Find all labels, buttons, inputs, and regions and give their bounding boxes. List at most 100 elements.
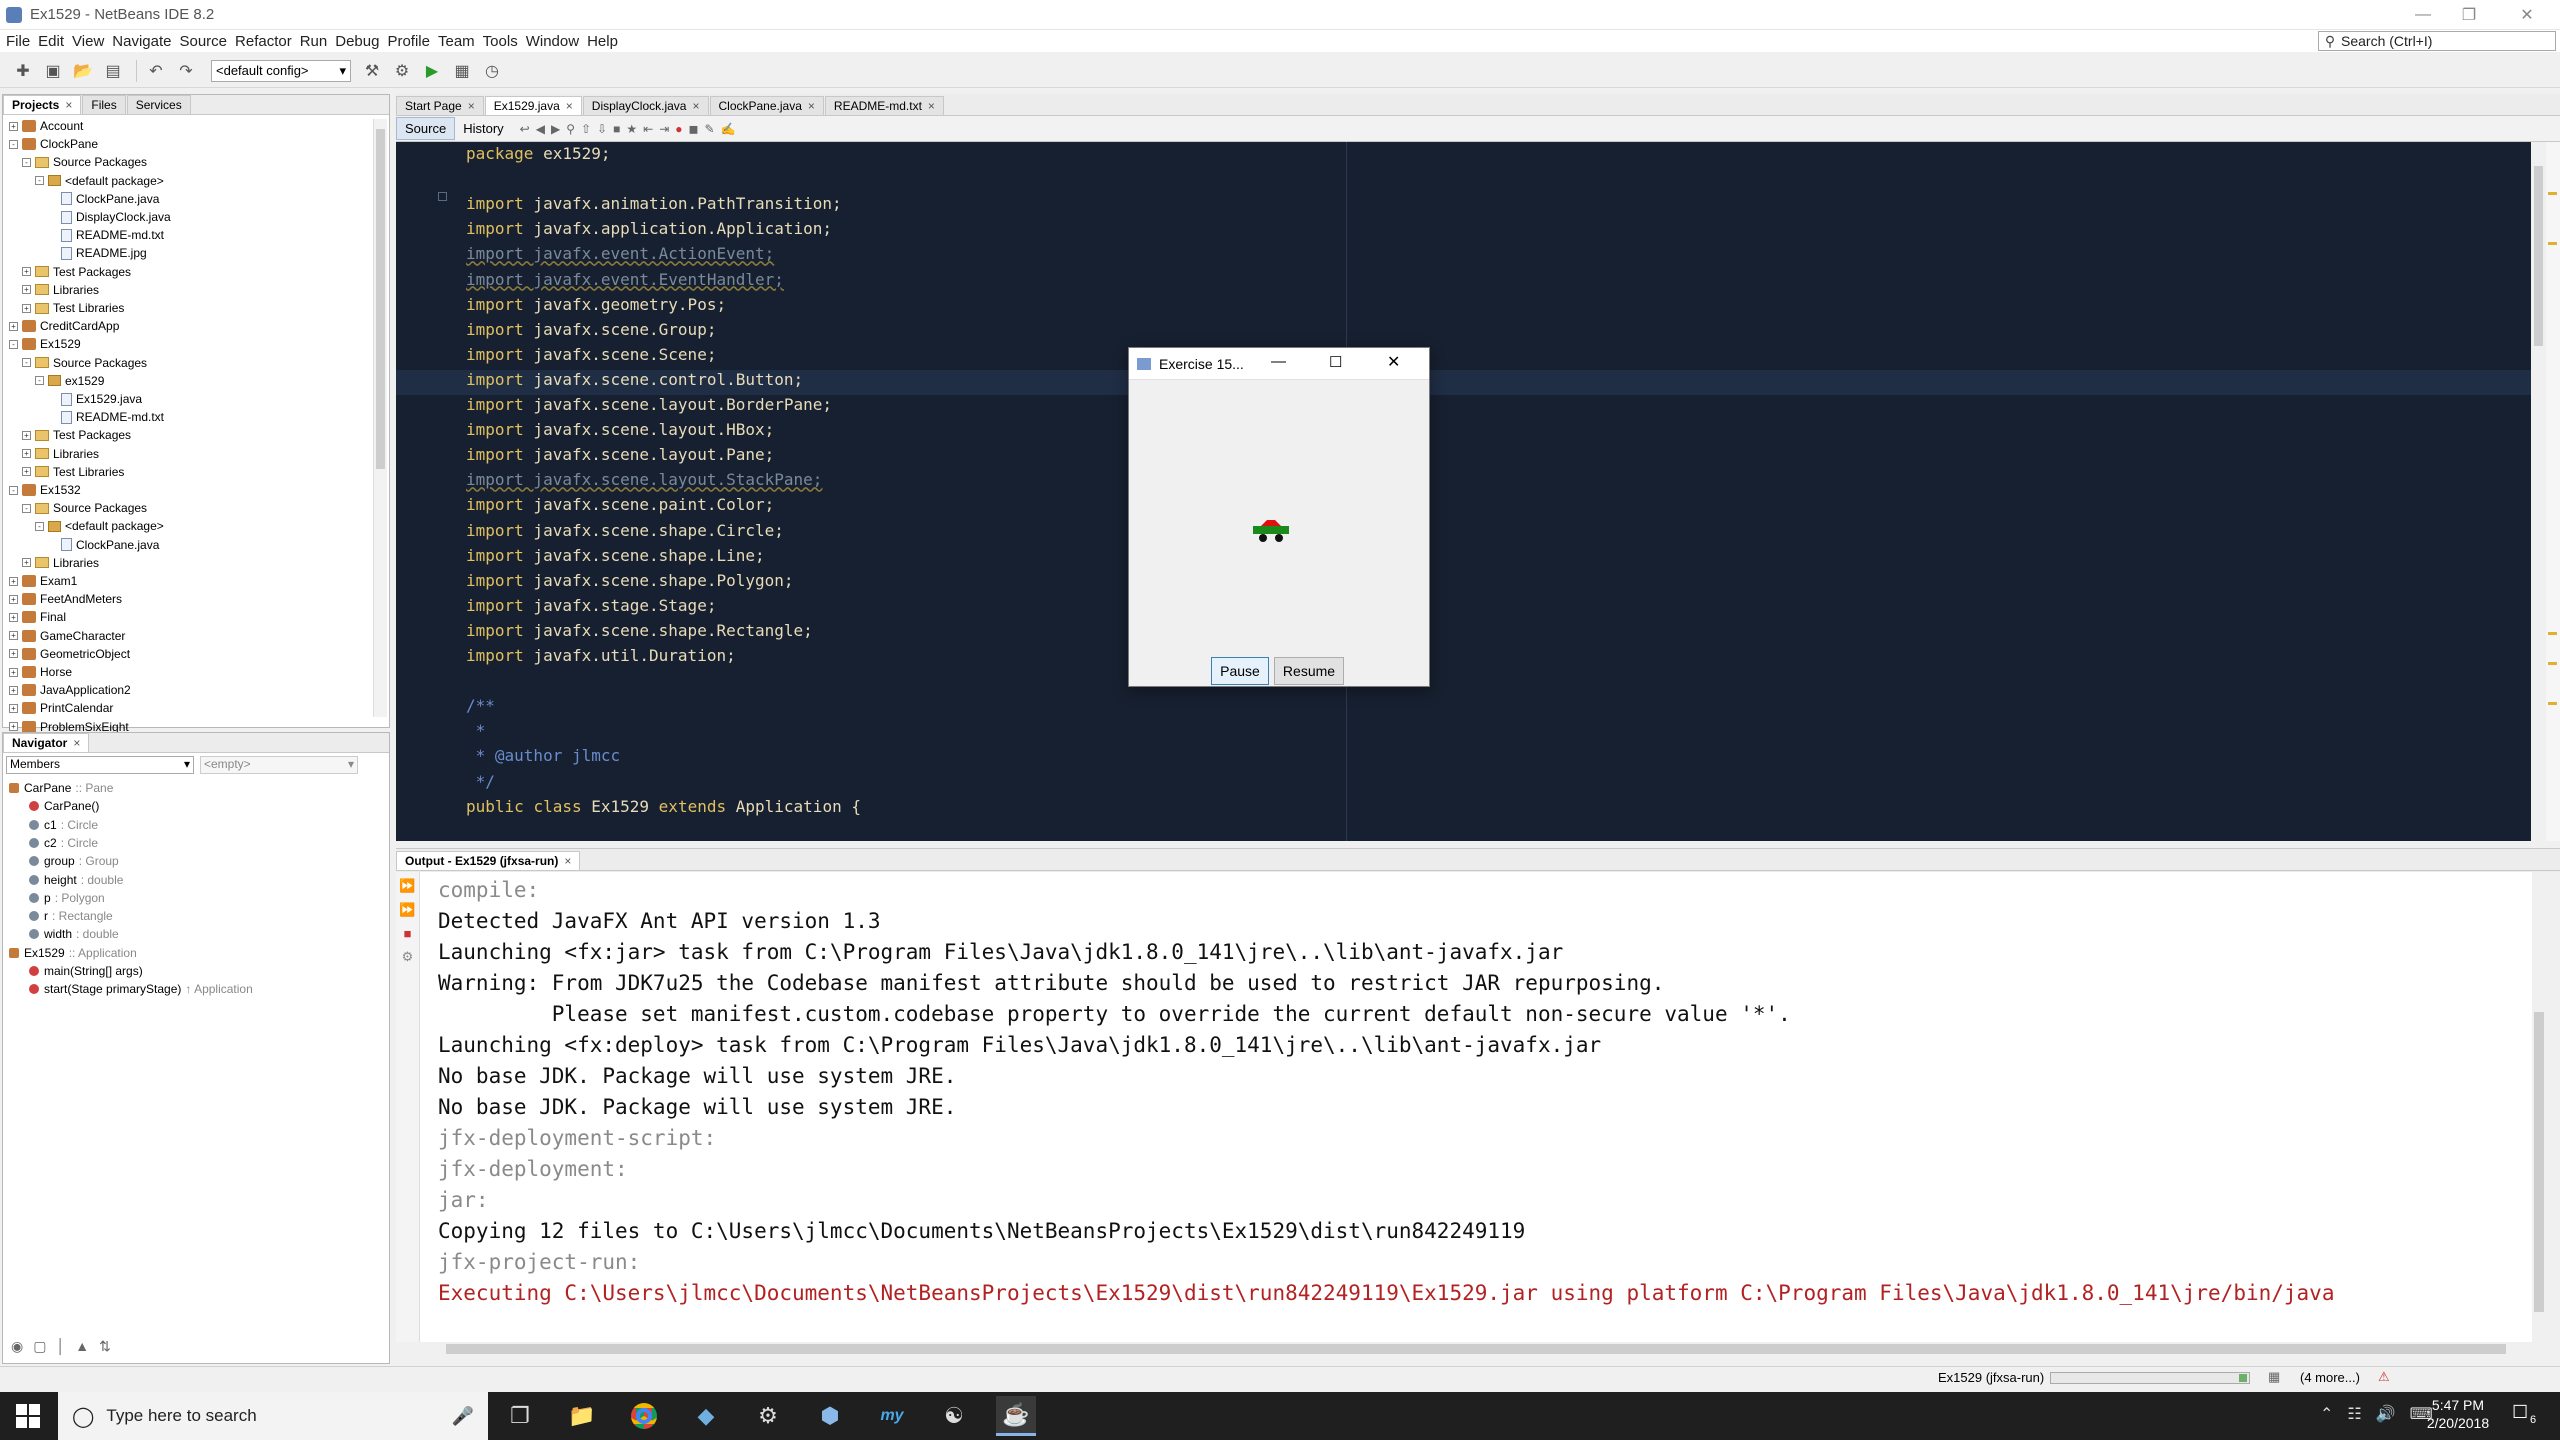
- tree-item[interactable]: + Account: [9, 117, 83, 135]
- tab-services[interactable]: Services: [126, 95, 191, 114]
- tree-item[interactable]: ClockPane.java: [48, 190, 159, 208]
- run-icon[interactable]: ▶: [419, 59, 445, 83]
- filter-nonpublic-icon[interactable]: │: [56, 1338, 65, 1355]
- fold-icon[interactable]: [438, 192, 447, 201]
- tree-item[interactable]: - Source Packages: [22, 153, 147, 171]
- tree-item[interactable]: + Test Libraries: [22, 463, 124, 481]
- start-button[interactable]: [16, 1404, 40, 1428]
- more-tasks-link[interactable]: (4 more...): [2300, 1370, 2360, 1385]
- editor-tab[interactable]: Ex1529.java ×: [484, 96, 582, 115]
- quick-search-input[interactable]: ⚲ Search (Ctrl+I): [2318, 31, 2556, 51]
- filter-static-icon[interactable]: ▢: [33, 1338, 46, 1355]
- collapse-icon[interactable]: -: [22, 503, 31, 513]
- expand-icon[interactable]: +: [9, 631, 18, 641]
- menu-navigate[interactable]: Navigate: [110, 33, 177, 50]
- tree-item[interactable]: ClockPane.java: [48, 536, 159, 554]
- menu-team[interactable]: Team: [436, 33, 481, 50]
- open-project-icon[interactable]: 📂: [70, 59, 96, 83]
- uncomment-icon[interactable]: ✍: [721, 122, 736, 136]
- code-editor[interactable]: package ex1529; import javafx.animation.P…: [396, 142, 2531, 841]
- tree-item[interactable]: + CreditCardApp: [9, 317, 119, 335]
- tree-item[interactable]: README.jpg: [48, 244, 147, 262]
- expand-icon[interactable]: +: [9, 703, 18, 713]
- resume-button[interactable]: Resume: [1274, 657, 1344, 685]
- settings-icon[interactable]: ⚙: [402, 949, 414, 965]
- tab-navigator[interactable]: Navigator ×: [3, 733, 90, 752]
- undo-icon[interactable]: ↶: [143, 59, 169, 83]
- build-icon[interactable]: ⚒: [359, 59, 385, 83]
- menu-debug[interactable]: Debug: [333, 33, 385, 50]
- collapse-icon[interactable]: -: [35, 521, 44, 531]
- expand-icon[interactable]: +: [9, 667, 18, 677]
- navigator-member[interactable]: CarPane:: Pane: [9, 779, 113, 797]
- expand-icon[interactable]: +: [22, 449, 31, 459]
- expand-icon[interactable]: +: [22, 558, 31, 568]
- restore-button[interactable]: ❐: [2446, 0, 2492, 30]
- myapp-icon[interactable]: my: [872, 1396, 912, 1436]
- output-hscrollbar[interactable]: [434, 1342, 2532, 1356]
- projects-scrollbar[interactable]: [373, 119, 387, 717]
- tree-item[interactable]: + JavaApplication2: [9, 681, 131, 699]
- shift-left-icon[interactable]: ⇤: [643, 122, 653, 136]
- visual-studio-icon[interactable]: ◆: [686, 1396, 726, 1436]
- tree-item[interactable]: README-md.txt: [48, 408, 164, 426]
- expand-icon[interactable]: +: [9, 594, 18, 604]
- rerun-different-icon[interactable]: ⏩: [399, 902, 415, 918]
- expand-icon[interactable]: +: [9, 576, 18, 586]
- close-icon[interactable]: ×: [928, 99, 935, 113]
- output-console[interactable]: compile: Detected JavaFX Ant API version …: [420, 872, 2532, 1342]
- expand-icon[interactable]: +: [9, 722, 18, 732]
- tree-item[interactable]: DisplayClock.java: [48, 208, 171, 226]
- expand-icon[interactable]: +: [22, 430, 31, 440]
- expand-icon[interactable]: +: [22, 467, 31, 477]
- minimize-button[interactable]: —: [2400, 0, 2446, 30]
- dialog-minimize-button[interactable]: —: [1271, 353, 1286, 370]
- volume-icon[interactable]: 🔊: [2376, 1404, 2396, 1424]
- tab-projects[interactable]: Projects ×: [3, 95, 82, 114]
- expand-icon[interactable]: +: [22, 285, 31, 295]
- expand-icon[interactable]: +: [9, 649, 18, 659]
- menu-file[interactable]: File: [4, 33, 36, 50]
- editor-tab[interactable]: ClockPane.java ×: [709, 96, 824, 115]
- back-icon[interactable]: ◀: [536, 122, 545, 136]
- collapse-icon[interactable]: -: [35, 176, 44, 186]
- collapse-icon[interactable]: -: [22, 157, 31, 167]
- running-task-label[interactable]: Ex1529 (jfxsa-run): [1938, 1370, 2044, 1385]
- file-explorer-icon[interactable]: 📁: [562, 1396, 602, 1436]
- menu-help[interactable]: Help: [585, 33, 624, 50]
- microphone-icon[interactable]: 🎤: [452, 1406, 474, 1427]
- tree-item[interactable]: - <default package>: [35, 172, 164, 190]
- close-icon[interactable]: ×: [692, 99, 699, 113]
- tree-item[interactable]: - ClockPane: [9, 135, 98, 153]
- filter-fields-icon[interactable]: ◉: [11, 1338, 23, 1355]
- close-icon[interactable]: ×: [65, 98, 72, 112]
- navigator-member[interactable]: width: double: [29, 925, 119, 943]
- show-hidden-icons-icon[interactable]: ⌃: [2320, 1404, 2333, 1424]
- new-project-icon[interactable]: ▣: [40, 59, 66, 83]
- shift-right-icon[interactable]: ⇥: [659, 122, 669, 136]
- error-stripe[interactable]: [2546, 142, 2560, 841]
- toggle-bookmark-icon[interactable]: ★: [626, 122, 637, 136]
- output-vscrollbar[interactable]: [2532, 872, 2546, 1342]
- comment-icon[interactable]: ✎: [704, 122, 714, 136]
- tree-item[interactable]: + Test Packages: [22, 426, 131, 444]
- tree-item[interactable]: - Ex1529: [9, 335, 81, 353]
- network-icon[interactable]: ☷: [2347, 1404, 2361, 1424]
- navigator-member[interactable]: p: Polygon: [29, 889, 105, 907]
- java-app-taskbar-icon[interactable]: ☕: [996, 1396, 1036, 1436]
- toggle-highlight-icon[interactable]: ■: [613, 122, 620, 136]
- menu-run[interactable]: Run: [298, 33, 334, 50]
- tree-item[interactable]: Ex1529.java: [48, 390, 142, 408]
- expand-icon[interactable]: +: [9, 121, 18, 131]
- tree-item[interactable]: - Source Packages: [22, 499, 147, 517]
- sort-by-name-icon[interactable]: ⇅: [99, 1338, 111, 1355]
- menu-tools[interactable]: Tools: [481, 33, 524, 50]
- tree-item[interactable]: + FeetAndMeters: [9, 590, 122, 608]
- menu-view[interactable]: View: [70, 33, 110, 50]
- netbeans-taskbar-icon[interactable]: ☯: [934, 1396, 974, 1436]
- stop-macro-icon[interactable]: ◼: [689, 122, 699, 136]
- find-next-icon[interactable]: ⇩: [597, 122, 607, 136]
- dialog-close-button[interactable]: ✕: [1387, 352, 1400, 372]
- dialog-maximize-button[interactable]: ☐: [1329, 353, 1342, 371]
- editor-tab[interactable]: Start Page ×: [396, 96, 484, 115]
